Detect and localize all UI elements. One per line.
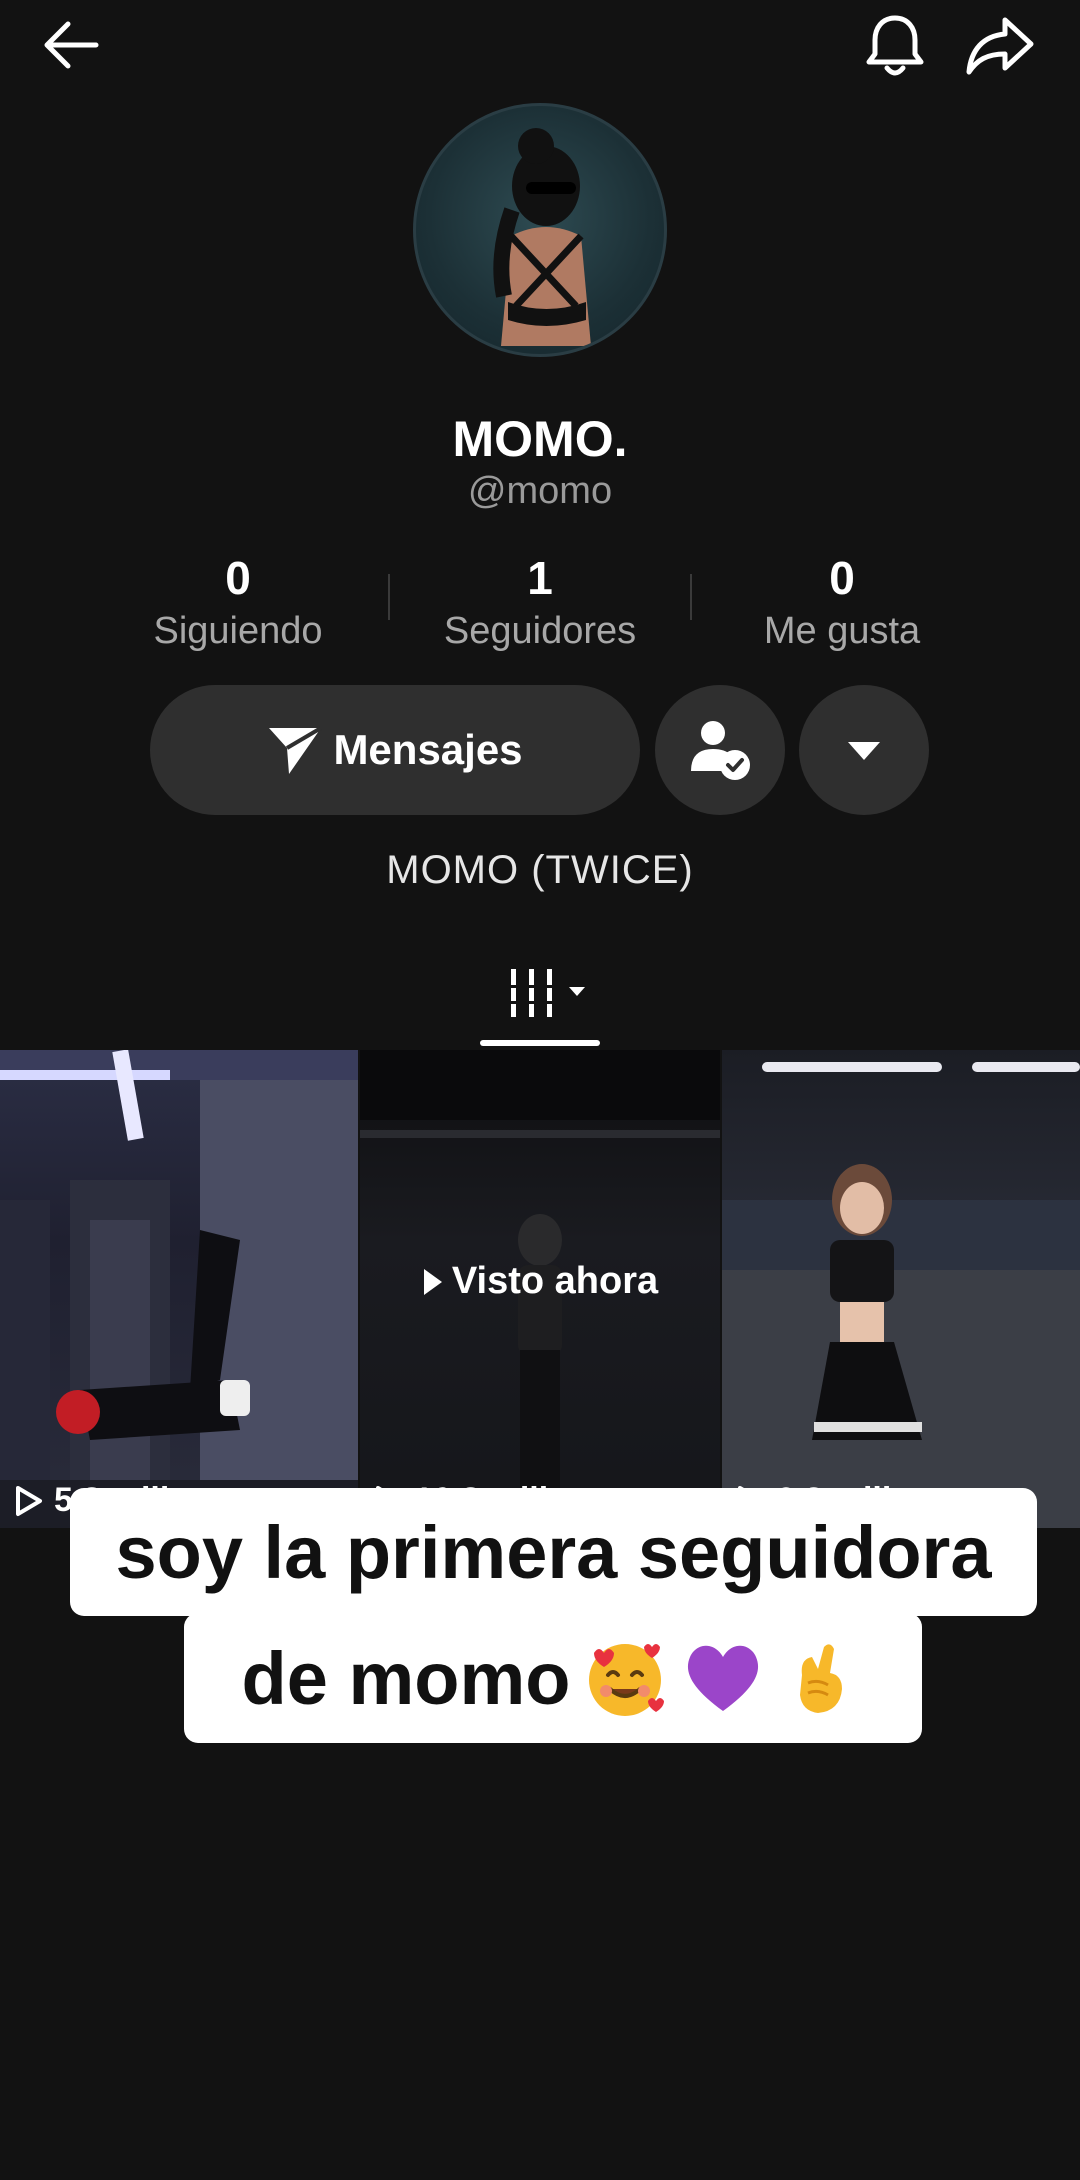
tab-videos[interactable] [505,958,595,1028]
stat-value: 1 [527,552,553,604]
stat-label: Seguidores [443,610,637,652]
content-tab-bar [0,950,1080,1050]
tab-active-indicator [480,1040,600,1046]
video-frame [722,1062,1080,1528]
messages-button[interactable]: Mensajes [150,685,640,815]
back-button[interactable] [26,0,116,90]
caption-text-1: soy la primera seguidora [115,1510,992,1594]
messages-label: Mensajes [333,726,523,773]
grid-icon [511,969,585,1017]
video-thumbnail[interactable]: Visto ahora 10,8 mill. [360,1050,720,1528]
purple-heart-icon [688,1645,759,1711]
play-icon [423,1268,442,1295]
caption-line-2: de momo [184,1613,922,1743]
play-outline-icon [16,1485,42,1516]
video-grid: 5,8 mill. Visto ahora 10,8 mill. [0,1050,1080,1528]
stat-value: 0 [225,552,251,604]
profile-stats: 0 Siguiendo 1 Seguidores 0 Me gusta [0,552,1080,662]
stat-likes[interactable]: 0 Me gusta [692,552,992,656]
seen-now-text: Visto ahora [451,1260,659,1302]
bell-icon [866,15,924,76]
caret-down-icon [848,742,880,760]
finger-heart-icon [800,1644,843,1713]
arrow-left-icon [44,21,99,69]
stat-following[interactable]: 0 Siguiendo [88,552,388,656]
avatar-photo [493,128,591,346]
stat-label: Me gusta [763,610,921,652]
user-check-icon [691,721,750,780]
following-status-button[interactable] [655,685,785,815]
more-options-button[interactable] [799,685,929,815]
top-bar [0,0,1080,100]
stat-value: 0 [829,552,855,604]
notifications-button[interactable] [850,0,940,90]
video-thumbnail[interactable]: 5,8 mill. [0,1050,358,1528]
profile-bio: MOMO (TWICE) [386,848,694,892]
smiling-face-with-hearts-icon [589,1644,665,1716]
avatar[interactable] [413,103,667,357]
share-arrow-icon [966,17,1034,75]
video-frame [0,1050,358,1528]
seen-now-overlay: Visto ahora [360,1260,720,1303]
paper-plane-icon [269,726,323,774]
stat-label: Siguiendo [153,610,323,652]
profile-handle: @momo [467,470,613,512]
stat-followers[interactable]: 1 Seguidores [390,552,690,656]
share-button[interactable] [955,0,1045,90]
profile-name: MOMO. [452,411,628,467]
caption-text-2: de momo [241,1636,571,1720]
video-thumbnail[interactable]: 6,3 mill. [722,1050,1080,1528]
caption-line-1: soy la primera seguidora [70,1488,1037,1616]
